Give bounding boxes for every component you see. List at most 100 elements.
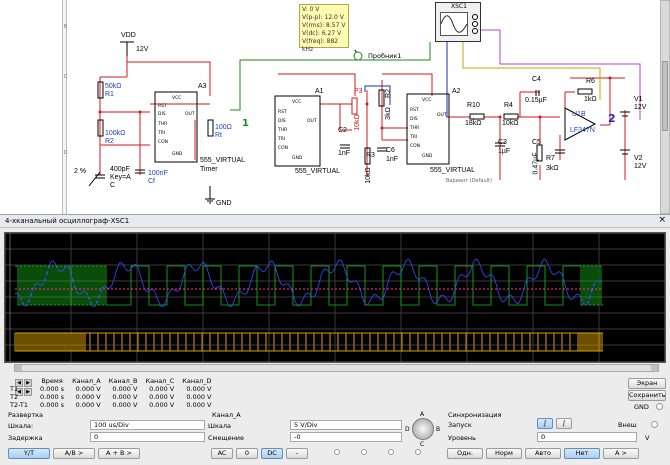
meas-header-row: Время Канал_A Канал_B Канал_C Канал_D bbox=[6, 377, 215, 385]
knob-label-a: A bbox=[420, 411, 425, 418]
mode-a-plus-b-button[interactable]: A + B > bbox=[98, 448, 140, 459]
c-name: C bbox=[110, 182, 116, 189]
offset-label: Смещение bbox=[208, 434, 245, 442]
p3-label: P3 bbox=[354, 88, 363, 95]
meas-cell: T2-T1 bbox=[10, 401, 28, 409]
channel-radio-b[interactable] bbox=[361, 449, 367, 455]
meas-header: Канал_D bbox=[182, 377, 212, 385]
knob-label-b: B bbox=[436, 426, 441, 433]
probe-line-vdc: V(dc): 6.27 V bbox=[302, 30, 342, 37]
vdd-label: VDD bbox=[121, 32, 136, 39]
schematic-area[interactable]: B C D V: 0 V V(p-p): 12.0 V V(rms): 8.57… bbox=[0, 0, 670, 214]
meas-cell: 0.000 V bbox=[112, 393, 138, 401]
channel-d-trace bbox=[14, 333, 603, 351]
gnd-label: GND bbox=[216, 200, 232, 207]
channel-radio-d[interactable] bbox=[415, 449, 421, 455]
delay-field[interactable]: 0 bbox=[90, 432, 205, 442]
meas-cell: 0.000 V bbox=[186, 393, 212, 401]
trigger-level-field[interactable]: 0 bbox=[537, 432, 637, 442]
xsc-screen-icon bbox=[440, 12, 468, 36]
timebase-scale-field[interactable]: 100 us/Div bbox=[90, 420, 205, 430]
meas-cell: 0.000 s bbox=[40, 401, 65, 409]
r10-value: 18kΩ bbox=[465, 120, 482, 127]
trigger-normal-button[interactable]: Норм bbox=[486, 448, 522, 459]
gnd-checkbox-label: GND bbox=[634, 403, 649, 411]
r7-value: 3kΩ bbox=[546, 165, 559, 172]
timebase-title: Развертка bbox=[8, 411, 44, 419]
a3-pin-out: OUT bbox=[185, 112, 195, 117]
probe-readout[interactable]: V: 0 V V(p-p): 12.0 V V(rms): 8.57 V V(d… bbox=[299, 4, 349, 53]
a1-pin-tri: TRI bbox=[278, 137, 286, 142]
scope-display[interactable] bbox=[4, 232, 666, 363]
a2-pin-out: OUT bbox=[437, 113, 447, 118]
c-key: Key=A bbox=[110, 174, 131, 181]
coupling-invert-button[interactable]: - bbox=[286, 448, 308, 459]
channel-radio-a[interactable] bbox=[334, 449, 340, 455]
oscilloscope-window[interactable]: 4-хканальный осциллограф-XSC1 × ◀ ▶ ◀ ▶ … bbox=[0, 214, 670, 465]
scope-titlebar[interactable]: 4-хканальный осциллограф-XSC1 × bbox=[0, 215, 670, 228]
meas-header bbox=[6, 377, 36, 385]
gnd-radio[interactable] bbox=[656, 403, 663, 410]
screen-button[interactable]: Экран bbox=[628, 378, 666, 389]
trigger-source-button[interactable]: A > bbox=[603, 448, 639, 459]
meas-cell: T1 bbox=[10, 385, 19, 393]
hscroll-left-arrow[interactable] bbox=[15, 365, 22, 371]
u1b-type: LF347N bbox=[570, 127, 595, 134]
meas-cell: 0.000 V bbox=[186, 385, 212, 393]
trigger-rising-edge-button[interactable]: ∫ bbox=[537, 418, 553, 429]
meas-cell: 0.000 V bbox=[186, 401, 212, 409]
a2-pin-vcc: VCC bbox=[422, 98, 432, 103]
trigger-start-label: Запуск bbox=[448, 421, 472, 429]
v1-value: 12V bbox=[634, 104, 647, 111]
measurement-table: Время Канал_A Канал_B Канал_C Канал_D T1… bbox=[6, 377, 215, 409]
trigger-ext-label: Внеш bbox=[618, 421, 637, 429]
trigger-level-unit: V bbox=[645, 434, 650, 442]
trigger-single-button[interactable]: Одн. bbox=[447, 448, 483, 459]
channel-scale-field[interactable]: 5 V/Div bbox=[290, 420, 402, 430]
meas-cell: T2 bbox=[10, 393, 19, 401]
v1-name: V1 bbox=[634, 96, 643, 103]
meas-cell: 0.000 V bbox=[112, 401, 138, 409]
a2-pin-con: CON bbox=[410, 144, 421, 149]
xsc-label: XSC1 bbox=[451, 3, 467, 10]
a1-pin-vcc: VCC bbox=[292, 100, 302, 105]
channel-selector-knob[interactable] bbox=[412, 418, 434, 440]
trigger-falling-edge-button[interactable]: ∫ bbox=[556, 418, 572, 429]
a2-type: 555_VIRTUAL bbox=[430, 167, 476, 174]
a1-pin-con: CON bbox=[278, 146, 289, 151]
offset-field[interactable]: -0 bbox=[290, 432, 402, 442]
close-icon[interactable]: × bbox=[658, 216, 666, 225]
a1-pin-rst: RST bbox=[278, 110, 287, 115]
trigger-ext-radio[interactable] bbox=[651, 421, 658, 428]
channel-radio-c[interactable] bbox=[388, 449, 394, 455]
schematic-vscrollbar[interactable] bbox=[660, 0, 670, 214]
meas-cell: 0.000 V bbox=[75, 401, 101, 409]
c3-value: 1µF bbox=[498, 148, 511, 155]
a3-pin-vcc: VCC bbox=[172, 96, 182, 101]
vscroll-thumb[interactable] bbox=[662, 61, 668, 131]
r10-name: R10 bbox=[467, 102, 480, 109]
trigger-auto-button[interactable]: Авто bbox=[525, 448, 561, 459]
display-hscrollbar[interactable] bbox=[14, 364, 659, 372]
c5-value: 0.47µF bbox=[532, 152, 540, 175]
a2-pin-tri: TRI bbox=[410, 135, 418, 140]
mode-ab-button[interactable]: A/B > bbox=[53, 448, 95, 459]
node-2-label: 2 bbox=[608, 112, 616, 125]
coupling-ac-button[interactable]: AC bbox=[211, 448, 233, 459]
meas-header: Канал_A bbox=[72, 377, 101, 385]
a1-pin-gnd: GND bbox=[292, 156, 303, 161]
coupling-dc-button[interactable]: DC bbox=[261, 448, 283, 459]
trigger-none-button[interactable]: Нет bbox=[564, 448, 600, 459]
c3-name: C3 bbox=[498, 139, 507, 146]
trigger-level-label: Уровень bbox=[448, 434, 476, 442]
coupling-zero-button[interactable]: 0 bbox=[236, 448, 258, 459]
mode-yt-button[interactable]: Y/T bbox=[8, 448, 50, 459]
probe-line-vfreq: V(freq): 882 kHz bbox=[302, 38, 339, 53]
meas-cell: 0.000 V bbox=[149, 401, 175, 409]
r4-value: 10kΩ bbox=[502, 120, 519, 127]
probe-name: Пробник1 bbox=[368, 52, 402, 60]
save-button[interactable]: Сохранить bbox=[628, 390, 666, 401]
a3-sub: Timer bbox=[200, 166, 218, 173]
hscroll-right-arrow[interactable] bbox=[651, 365, 658, 371]
oscilloscope-symbol[interactable]: XSC1 bbox=[435, 2, 481, 42]
